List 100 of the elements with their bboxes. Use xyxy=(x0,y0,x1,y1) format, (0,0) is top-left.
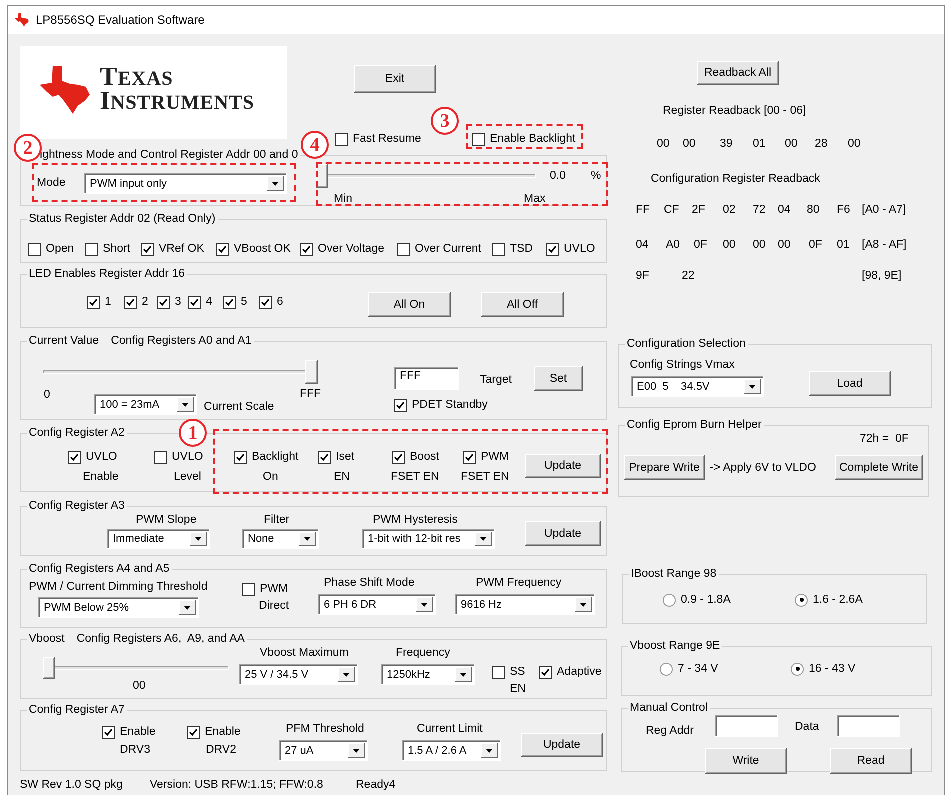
checkbox[interactable] xyxy=(546,242,559,256)
group-title: Config Registers A4 and A5 xyxy=(29,563,170,575)
checkbox[interactable] xyxy=(335,132,348,146)
caret-icon xyxy=(353,748,360,752)
checkbox-label: PWM xyxy=(481,451,510,463)
register-value: 39 xyxy=(720,137,734,151)
dropdown[interactable]: 27 uA xyxy=(279,740,368,761)
dropdown[interactable]: PWM input only xyxy=(84,173,287,194)
complete-write-button[interactable]: Complete Write xyxy=(835,455,923,480)
dropdown[interactable]: 1.5 A / 2.6 A xyxy=(402,740,501,761)
led-button[interactable]: All Off xyxy=(481,292,564,317)
checkbox[interactable] xyxy=(141,242,154,256)
register-value: F6 xyxy=(837,203,852,217)
dropdown[interactable]: 100 = 23mA xyxy=(94,394,197,415)
group-title: Vboost Range 9E xyxy=(630,640,720,652)
checkbox-label: Open xyxy=(46,243,74,255)
input-field[interactable] xyxy=(715,715,778,737)
dropdown[interactable]: None xyxy=(242,529,319,549)
input-field[interactable] xyxy=(837,715,900,737)
checkbox[interactable] xyxy=(188,296,201,308)
range-label: [A8 - AF] xyxy=(862,238,907,252)
dropdown[interactable]: 1-bit with 12-bit res xyxy=(362,529,495,549)
write-button[interactable]: Write xyxy=(705,748,787,774)
slider[interactable] xyxy=(43,657,229,679)
update-button[interactable]: Update xyxy=(521,733,603,757)
dropdown[interactable]: 9616 Hz xyxy=(455,594,595,615)
load-button[interactable]: Load xyxy=(809,371,891,396)
register-value: 00 xyxy=(848,137,861,151)
checkbox[interactable] xyxy=(318,450,331,464)
exit-button[interactable]: Exit xyxy=(354,65,436,93)
checkbox[interactable] xyxy=(397,242,410,256)
register-value: 00 xyxy=(723,238,737,252)
checkbox-label: Fast Resume xyxy=(353,133,422,145)
register-value: 04 xyxy=(636,238,650,252)
checkbox[interactable] xyxy=(234,450,247,464)
checkbox-label: 1 xyxy=(105,296,112,308)
update-button[interactable]: Update xyxy=(525,454,601,478)
dropdown[interactable]: 6 PH 6 DR xyxy=(318,594,436,615)
checkbox[interactable] xyxy=(102,726,115,738)
group-title: ightness Mode and Control Register Addr 00 and 0 xyxy=(40,149,298,161)
read-button[interactable]: Read xyxy=(830,748,912,774)
field-label: Config Strings Vmax xyxy=(630,358,735,372)
checkbox-label: Enable Backlight xyxy=(490,133,576,145)
update-button[interactable]: Update xyxy=(525,521,601,546)
led-button[interactable]: All On xyxy=(368,292,451,317)
checkbox[interactable] xyxy=(392,450,405,464)
checkbox[interactable] xyxy=(300,242,313,256)
slider-thumb[interactable] xyxy=(305,360,318,384)
checkbox[interactable] xyxy=(154,450,167,464)
checkbox-label: 6 xyxy=(277,296,284,308)
radio-label: 16 - 43 V xyxy=(809,663,856,675)
slider-thumb[interactable] xyxy=(43,657,55,679)
dropdown[interactable]: E00 5 34.5V xyxy=(631,376,764,397)
radio-button[interactable] xyxy=(660,662,673,676)
checkbox[interactable] xyxy=(463,450,476,464)
checkbox[interactable] xyxy=(539,666,552,678)
checkbox-sublabel: FSET EN xyxy=(391,470,440,484)
checkbox[interactable] xyxy=(157,296,170,308)
caret-icon xyxy=(486,748,493,752)
checkbox[interactable] xyxy=(259,296,272,308)
slider[interactable] xyxy=(43,360,318,384)
readback-button[interactable]: Readback All xyxy=(697,61,779,85)
dropdown[interactable]: 1250kHz xyxy=(381,664,475,685)
register-value: 00 xyxy=(778,238,792,252)
field-label: PWM Slope xyxy=(136,513,198,527)
checkbox[interactable] xyxy=(85,242,98,256)
checkbox[interactable] xyxy=(223,296,236,308)
checkbox[interactable] xyxy=(242,582,255,596)
checkbox[interactable] xyxy=(68,450,81,464)
checkbox[interactable] xyxy=(124,296,137,308)
checkbox[interactable] xyxy=(28,242,41,256)
logo-text: TEXAS xyxy=(100,66,174,90)
field-label: Mode xyxy=(37,176,66,190)
logo-icon xyxy=(15,13,29,27)
checkbox[interactable] xyxy=(187,726,200,738)
set-button[interactable]: Set xyxy=(534,366,583,391)
caret-icon xyxy=(580,602,587,606)
prepare-write-button[interactable]: Prepare Write xyxy=(624,455,705,480)
checkbox[interactable] xyxy=(492,242,505,256)
checkbox-label: Enable xyxy=(205,726,241,738)
checkbox[interactable] xyxy=(394,398,407,412)
hint-text: -> Apply 6V to VLDO xyxy=(710,461,816,475)
radio-button[interactable] xyxy=(791,662,804,676)
radio-button[interactable] xyxy=(663,594,676,606)
register-value: A0 xyxy=(666,238,682,252)
checkbox-label: PWM xyxy=(260,583,288,595)
status-text: Version: USB RFW:1.15; FFW:0.8 xyxy=(150,778,324,792)
dropdown[interactable]: Immediate xyxy=(107,529,210,549)
checkbox-label: UVLO xyxy=(564,243,596,255)
radio-button[interactable] xyxy=(795,594,808,606)
checkbox[interactable] xyxy=(87,296,100,308)
dropdown[interactable]: PWM Below 25% xyxy=(38,597,199,618)
target-field[interactable]: FFF xyxy=(394,367,459,390)
checkbox-label: VRef OK xyxy=(159,243,204,255)
caret-icon xyxy=(182,402,189,406)
checkbox[interactable] xyxy=(472,132,485,146)
slider[interactable] xyxy=(316,164,536,188)
dropdown[interactable]: 25 V / 34.5 V xyxy=(239,664,358,685)
checkbox[interactable] xyxy=(492,666,505,678)
checkbox[interactable] xyxy=(216,242,229,256)
